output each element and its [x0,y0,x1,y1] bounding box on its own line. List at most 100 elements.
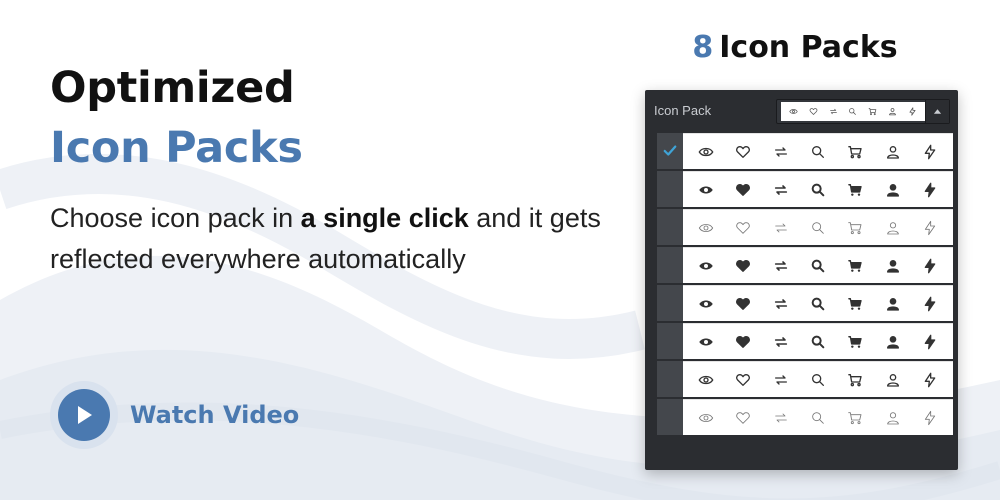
bolt-icon [924,296,936,311]
row-selector[interactable] [657,133,683,169]
eye-icon [699,300,713,307]
row-icons [683,171,953,207]
row-icons [683,361,953,397]
bolt-icon [924,258,936,273]
repeat-icon [774,374,787,385]
search-icon [811,335,825,348]
eye-icon [698,147,714,156]
hero-text: Optimized Icon Packs Choose icon pack in… [50,58,610,280]
hero-title-line1: Optimized [50,63,295,113]
user-icon [886,373,899,387]
icon-pack-label: Icon Pack [654,103,712,118]
cart-icon [848,259,863,272]
row-selector[interactable] [657,323,683,359]
packs-count: 8 [692,30,714,65]
bolt-icon [924,334,936,349]
repeat-icon [774,184,787,195]
repeat-icon [829,108,837,115]
row-selector[interactable] [657,361,683,397]
caret-up-icon [933,109,942,114]
row-icons [683,323,953,359]
bolt-icon [909,107,916,116]
user-icon [886,259,899,273]
check-icon [663,145,677,156]
selected-pack-preview[interactable] [781,102,925,121]
repeat-icon [774,146,787,157]
search-icon [849,108,857,115]
desc-part1: Choose icon pack in [50,203,301,233]
cart-icon [848,373,863,386]
cart-icon [848,297,863,310]
icon-pack-row[interactable] [657,285,953,321]
bolt-icon [924,372,936,387]
cart-icon [848,183,863,196]
eye-icon [698,413,713,422]
icon-pack-panel: Icon Pack [645,90,958,470]
row-selector[interactable] [657,399,683,435]
desc-bold: a single click [300,203,469,233]
watch-video-button[interactable]: Watch Video [50,381,299,449]
search-icon [811,145,824,158]
play-button[interactable] [50,381,118,449]
row-icons [683,247,953,283]
heart-icon [809,108,818,115]
heart-icon [736,221,750,234]
watch-video-label[interactable]: Watch Video [130,401,299,429]
icon-pack-row[interactable] [657,399,953,435]
icon-pack-row[interactable] [657,247,953,283]
hero-description: Choose icon pack in a single click and i… [50,198,610,280]
hero-title-line2: Icon Packs [50,123,303,173]
bolt-icon [925,410,936,425]
icon-pack-row[interactable] [657,171,953,207]
cart-icon [868,108,877,116]
icon-pack-row[interactable] [657,361,953,397]
icon-pack-select[interactable] [776,99,950,124]
search-icon [811,373,824,386]
eye-icon [698,223,713,232]
search-icon [811,183,825,196]
heart-icon [736,183,751,196]
bolt-icon [925,220,936,235]
eye-icon [699,338,713,345]
user-icon [887,411,899,424]
repeat-icon [774,260,787,271]
heart-icon [736,335,751,348]
cart-icon [848,335,863,348]
row-selector[interactable] [657,285,683,321]
icon-pack-row[interactable] [657,323,953,359]
select-toggle[interactable] [925,100,949,123]
icon-pack-row[interactable] [657,209,953,245]
heart-icon [736,411,750,424]
row-icons [683,285,953,321]
user-icon [888,108,896,116]
row-icons [683,133,953,169]
eye-icon [789,109,799,114]
row-icons [683,209,953,245]
search-icon [811,259,825,272]
user-icon [886,183,899,197]
row-selector[interactable] [657,209,683,245]
repeat-icon [774,413,787,422]
search-icon [812,221,824,234]
repeat-icon [774,223,787,232]
heart-icon [736,259,751,272]
icon-pack-row[interactable] [657,133,953,169]
eye-icon [698,375,714,384]
icon-pack-list [657,133,953,435]
search-icon [811,297,825,310]
play-icon [78,406,92,424]
row-icons [683,399,953,435]
cart-icon [848,221,862,234]
row-selector[interactable] [657,171,683,207]
repeat-icon [774,298,787,309]
row-selector[interactable] [657,247,683,283]
search-icon [812,411,824,424]
user-icon [886,335,899,349]
heart-icon [736,145,751,158]
user-icon [886,297,899,311]
bolt-icon [924,144,936,159]
bolt-icon [924,182,936,197]
user-icon [887,221,899,234]
heart-icon [736,373,751,386]
repeat-icon [774,336,787,347]
